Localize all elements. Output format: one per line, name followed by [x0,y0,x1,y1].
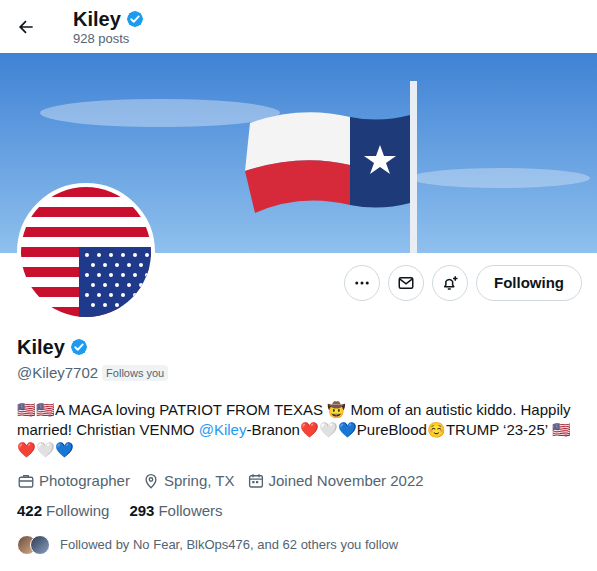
location-pin-icon [142,472,160,490]
profile-page: Kiley 928 posts [0,0,597,555]
back-button[interactable] [16,17,36,37]
profile-avatar[interactable] [17,183,155,321]
profile-section: Following Kiley @Kiley7702Follows you 🇺🇸… [0,253,597,555]
verified-badge-icon [69,337,89,357]
mail-icon [397,274,415,292]
profile-bio: 🇺🇸🇺🇸A MAGA loving PATRIOT FROM TEXAS 🤠 M… [17,400,580,460]
bell-plus-icon [441,274,459,292]
more-button[interactable] [344,265,380,301]
stat-link[interactable]: 422Following [17,501,109,521]
briefcase-icon [17,472,35,490]
follower-avatars[interactable] [17,535,50,555]
followed-by-text[interactable]: Followed by No Fear, BlkOps476, and 62 o… [60,537,398,553]
profile-meta-item: Photographer [17,471,130,491]
notify-button[interactable] [432,265,468,301]
calendar-icon [247,472,265,490]
user-handle: @Kiley7702 [17,363,98,383]
bio-link[interactable]: @Kiley [199,421,247,438]
verified-badge-icon [125,9,145,29]
follows-you-label: Follows you [102,365,168,381]
stat-link[interactable]: 293Followers [129,501,222,521]
post-count: 928 posts [73,31,145,47]
message-button[interactable] [388,265,424,301]
display-name: Kiley [17,335,65,359]
header-title: Kiley [73,7,121,31]
profile-header: Kiley 928 posts [0,0,597,53]
back-arrow-icon[interactable] [16,17,36,37]
upside-down-flag-icon [21,187,151,317]
profile-meta-item: Spring, TX [142,471,235,491]
follower-avatar[interactable] [30,535,50,555]
profile-info: Kiley @Kiley7702Follows you 🇺🇸🇺🇸A MAGA l… [0,335,597,555]
profile-meta-item: Joined November 2022 [247,471,424,491]
more-dots-icon [353,274,371,292]
following-button[interactable]: Following [476,265,582,301]
